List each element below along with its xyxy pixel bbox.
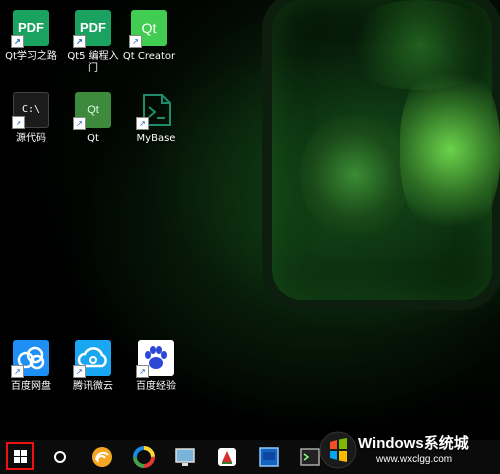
pdf-icon: PDF ↗ (11, 10, 49, 48)
shortcut-arrow-icon: ↗ (136, 365, 149, 378)
desktop-icon-qt[interactable]: Qt ↗ Qt (63, 92, 123, 145)
taskbar-app-blue[interactable] (252, 440, 286, 474)
desktop-icon-label: Qt (87, 133, 99, 144)
shortcut-arrow-icon: ↗ (12, 116, 25, 129)
browser-icon (92, 447, 112, 467)
taskbar-browser-button[interactable] (85, 440, 119, 474)
desktop-icon-qt-creator[interactable]: Qt ↗ Qt Creator (119, 10, 179, 63)
blue-app-icon (259, 447, 279, 467)
desktop-icon-tencent-weiyun[interactable]: ↗ 腾讯微云 (63, 340, 123, 393)
wallpaper-figure-left (300, 110, 410, 240)
watermark-url: www.wxclgg.com (376, 454, 453, 465)
shortcut-arrow-icon: ↗ (73, 365, 86, 378)
shortcut-arrow-icon: ↗ (11, 35, 24, 48)
windows-logo-icon (13, 449, 27, 463)
tencent-weiyun-icon: ↗ (73, 340, 111, 378)
taskbar-app-red[interactable] (210, 440, 244, 474)
watermark: Windows系统城 www.wxclgg.com (318, 428, 498, 474)
desktop-icon-qt5-intro[interactable]: PDF ↗ Qt5 编程入门 (63, 10, 123, 75)
qt-creator-icon: Qt ↗ (129, 10, 167, 48)
baidu-netdisk-icon: ↗ (11, 340, 49, 378)
shortcut-arrow-icon: ↗ (136, 117, 149, 130)
taskbar-app-colorful[interactable] (127, 440, 161, 474)
shortcut-arrow-icon: ↗ (11, 365, 24, 378)
desktop-icon-label: 源代码 (16, 133, 46, 144)
desktop-icon-label: Qt5 编程入门 (67, 51, 119, 74)
qt-file-icon: Qt ↗ (73, 92, 111, 130)
shortcut-arrow-icon: ↗ (129, 35, 142, 48)
desktop-icon-label: Qt Creator (122, 51, 176, 62)
cmd-icon: C:\ ↗ (12, 92, 49, 129)
desktop-icon-label: MyBase (136, 133, 176, 144)
desktop-icon-baidu-jingyan[interactable]: ↗ 百度经验 (126, 340, 186, 393)
desktop-icon-source-code[interactable]: C:\ ↗ 源代码 (1, 92, 61, 145)
desktop-icon-baidu-netdisk[interactable]: ↗ 百度网盘 (1, 340, 61, 393)
windows-flag-logo-icon (319, 431, 357, 469)
start-button[interactable] (6, 442, 34, 470)
colorful-ring-icon (133, 446, 155, 468)
desktop-icon-label: 百度经验 (136, 381, 176, 392)
monitor-icon (175, 448, 195, 466)
desktop-icon-mybase[interactable]: ↗ MyBase (126, 92, 186, 145)
cortana-search-button[interactable] (43, 440, 77, 474)
shortcut-arrow-icon: ↗ (73, 117, 86, 130)
wallpaper-figure-right (400, 60, 500, 240)
watermark-title: Windows系统城 (358, 435, 469, 452)
cortana-circle-icon (54, 451, 66, 463)
mybase-icon: ↗ (136, 92, 174, 130)
red-app-icon (218, 448, 236, 466)
desktop-icon-label: 百度网盘 (11, 381, 51, 392)
shortcut-arrow-icon: ↗ (73, 35, 86, 48)
desktop-icon-qt-study[interactable]: PDF ↗ Qt学习之路 (1, 10, 61, 63)
taskbar-app-monitor[interactable] (168, 440, 202, 474)
baidu-jingyan-icon: ↗ (136, 340, 174, 378)
desktop-icon-label: 腾讯微云 (73, 381, 113, 392)
desktop-icon-label: Qt学习之路 (5, 51, 57, 62)
pdf-icon: PDF ↗ (73, 10, 111, 48)
